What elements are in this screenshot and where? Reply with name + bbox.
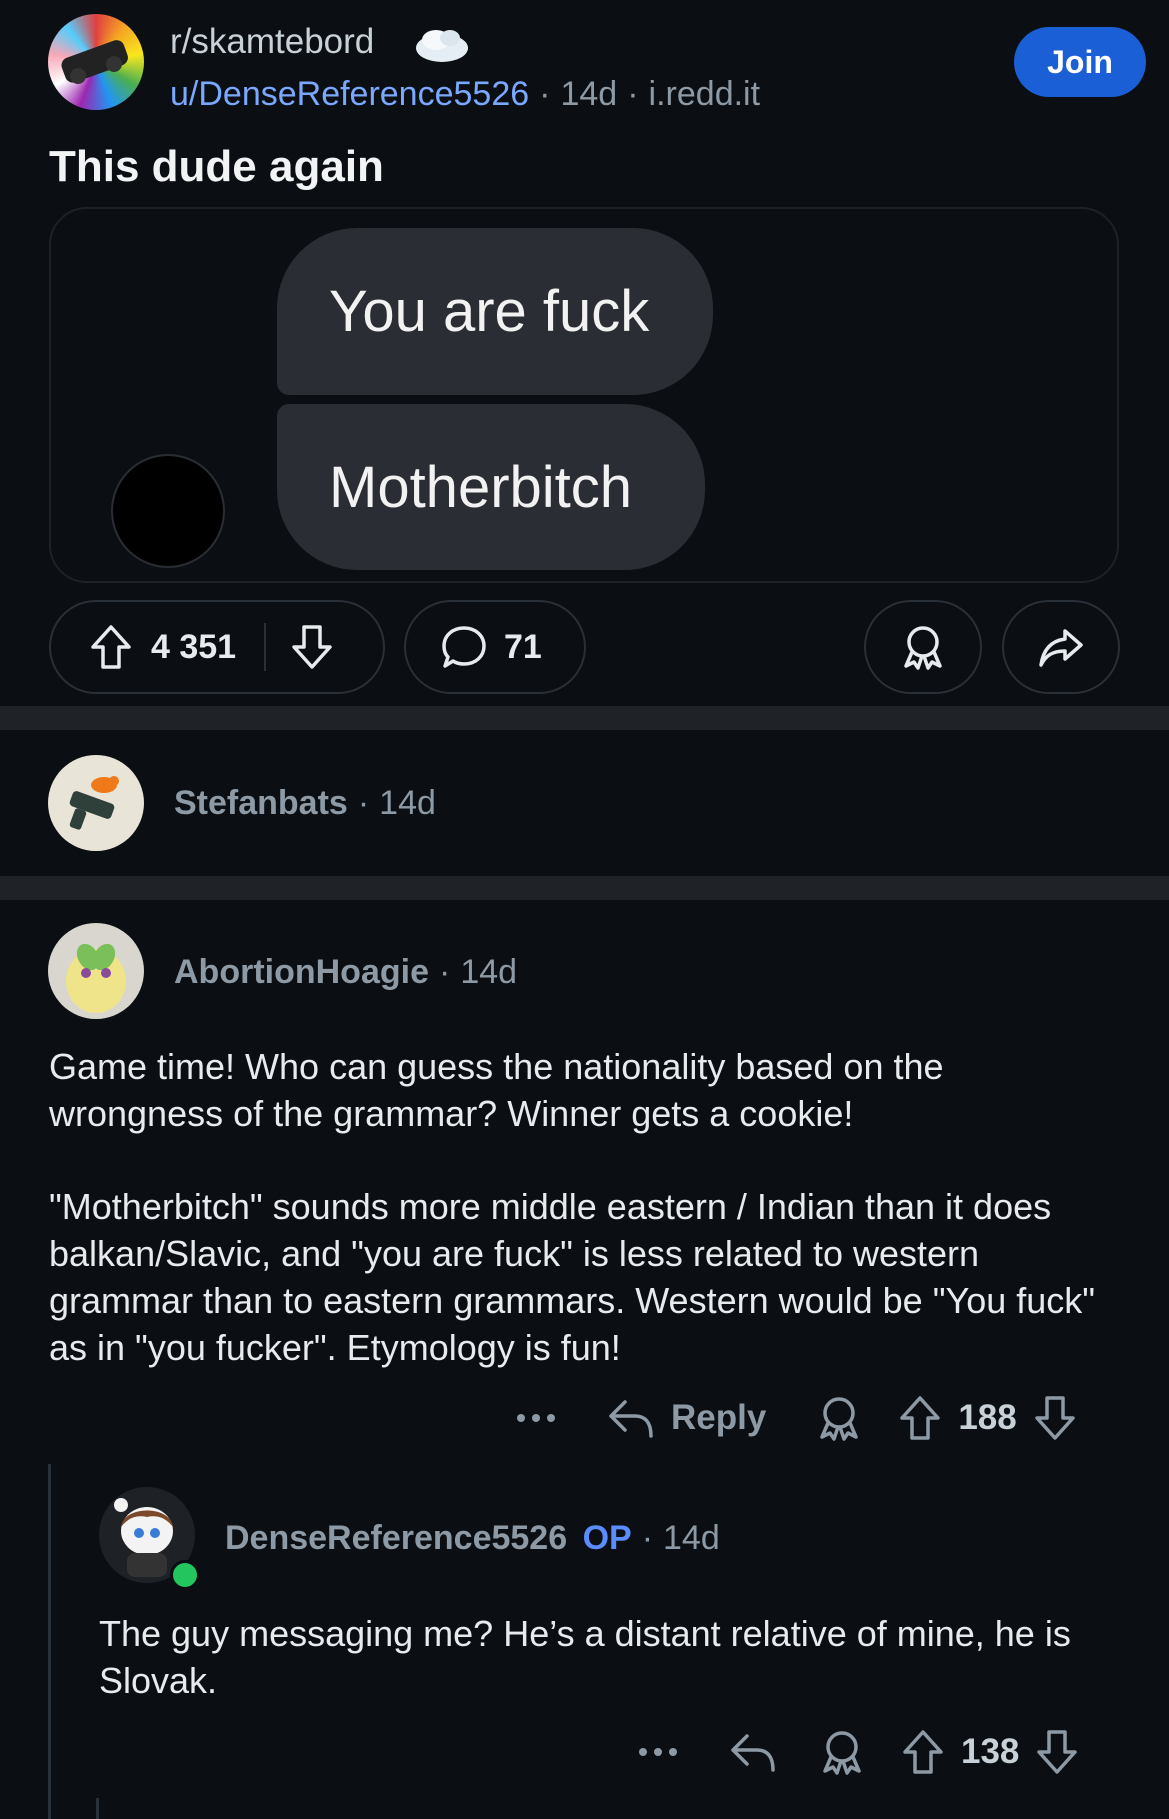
comment-meta: AbortionHoagie · 14d	[174, 953, 517, 992]
comment-body: The guy messaging me? He’s a distant rel…	[99, 1613, 1071, 1701]
reply-icon[interactable]	[729, 1730, 777, 1774]
vote-pill: 4 351	[49, 600, 385, 694]
reply-icon	[607, 1396, 655, 1440]
meta-dot: ·	[357, 784, 370, 822]
subreddit-avatar[interactable]	[48, 14, 144, 110]
comment-icon	[440, 624, 488, 670]
reply-button[interactable]: Reply	[607, 1396, 766, 1440]
reply-label: Reply	[671, 1398, 767, 1437]
post-domain[interactable]: i.redd.it	[649, 75, 761, 113]
thread-line[interactable]	[96, 1798, 99, 1819]
subreddit-name[interactable]: r/skamtebord	[170, 22, 374, 62]
join-button[interactable]: Join	[1014, 27, 1146, 97]
message-bubble: Motherbitch	[277, 404, 705, 570]
downvote-icon[interactable]	[1035, 1728, 1079, 1776]
meta-dot: ·	[641, 1519, 654, 1557]
upvote-icon[interactable]	[89, 623, 133, 671]
upvote-icon[interactable]	[898, 1394, 942, 1442]
upvote-icon[interactable]	[901, 1728, 945, 1776]
meta-dot: ·	[539, 75, 551, 113]
meta-dot: ·	[438, 953, 451, 991]
downvote-icon[interactable]	[290, 623, 334, 671]
comments-button[interactable]: 71	[404, 600, 586, 694]
community-icon	[410, 18, 474, 68]
comment-actions: Reply 188	[515, 1392, 1077, 1444]
more-icon[interactable]	[637, 1746, 679, 1758]
comment-score: 188	[958, 1398, 1017, 1437]
comment-author[interactable]: Stefanbats	[174, 784, 348, 822]
thread-line[interactable]	[48, 1464, 51, 1819]
sender-avatar	[111, 454, 225, 568]
comment-body-paragraph: "Motherbitch" sounds more middle eastern…	[49, 1186, 1096, 1368]
post-age: 14d	[560, 75, 618, 113]
award-icon[interactable]	[819, 1727, 865, 1777]
more-icon[interactable]	[515, 1412, 557, 1424]
message-text: Motherbitch	[329, 454, 633, 520]
section-divider	[0, 876, 1169, 900]
share-button[interactable]	[1002, 600, 1120, 694]
comment-actions: 138	[637, 1726, 1079, 1778]
upvote-count: 4 351	[151, 627, 237, 666]
award-icon	[900, 622, 946, 672]
post-meta: u/DenseReference5526 · 14d · i.redd.it	[170, 75, 760, 114]
section-divider	[0, 706, 1169, 730]
comment-age: 14d	[460, 953, 518, 991]
meta-dot: ·	[627, 75, 639, 113]
online-status-indicator	[170, 1560, 200, 1590]
commenter-avatar[interactable]	[48, 755, 144, 851]
message-text: You are fuck	[329, 279, 650, 344]
message-bubble: You are fuck	[277, 228, 713, 395]
comment-score: 138	[961, 1732, 1020, 1771]
vote-divider	[264, 623, 267, 671]
comment-age: 14d	[663, 1519, 720, 1557]
comment-count: 71	[504, 627, 542, 666]
comment-author[interactable]: DenseReference5526	[225, 1519, 567, 1557]
op-badge: OP	[582, 1519, 632, 1557]
comment-body-paragraph: Game time! Who can guess the nationality…	[49, 1046, 944, 1134]
comment-meta: Stefanbats · 14d	[174, 784, 436, 823]
post-author[interactable]: u/DenseReference5526	[170, 75, 529, 113]
comment-meta: DenseReference5526 OP · 14d	[225, 1519, 720, 1558]
share-icon	[1037, 625, 1085, 669]
downvote-icon[interactable]	[1033, 1394, 1077, 1442]
commenter-avatar[interactable]	[48, 923, 144, 1019]
post-title[interactable]: This dude again	[49, 142, 384, 192]
comment-age: 14d	[379, 784, 436, 822]
award-button[interactable]	[864, 600, 982, 694]
award-icon[interactable]	[816, 1393, 862, 1443]
comment-author[interactable]: AbortionHoagie	[174, 953, 429, 991]
